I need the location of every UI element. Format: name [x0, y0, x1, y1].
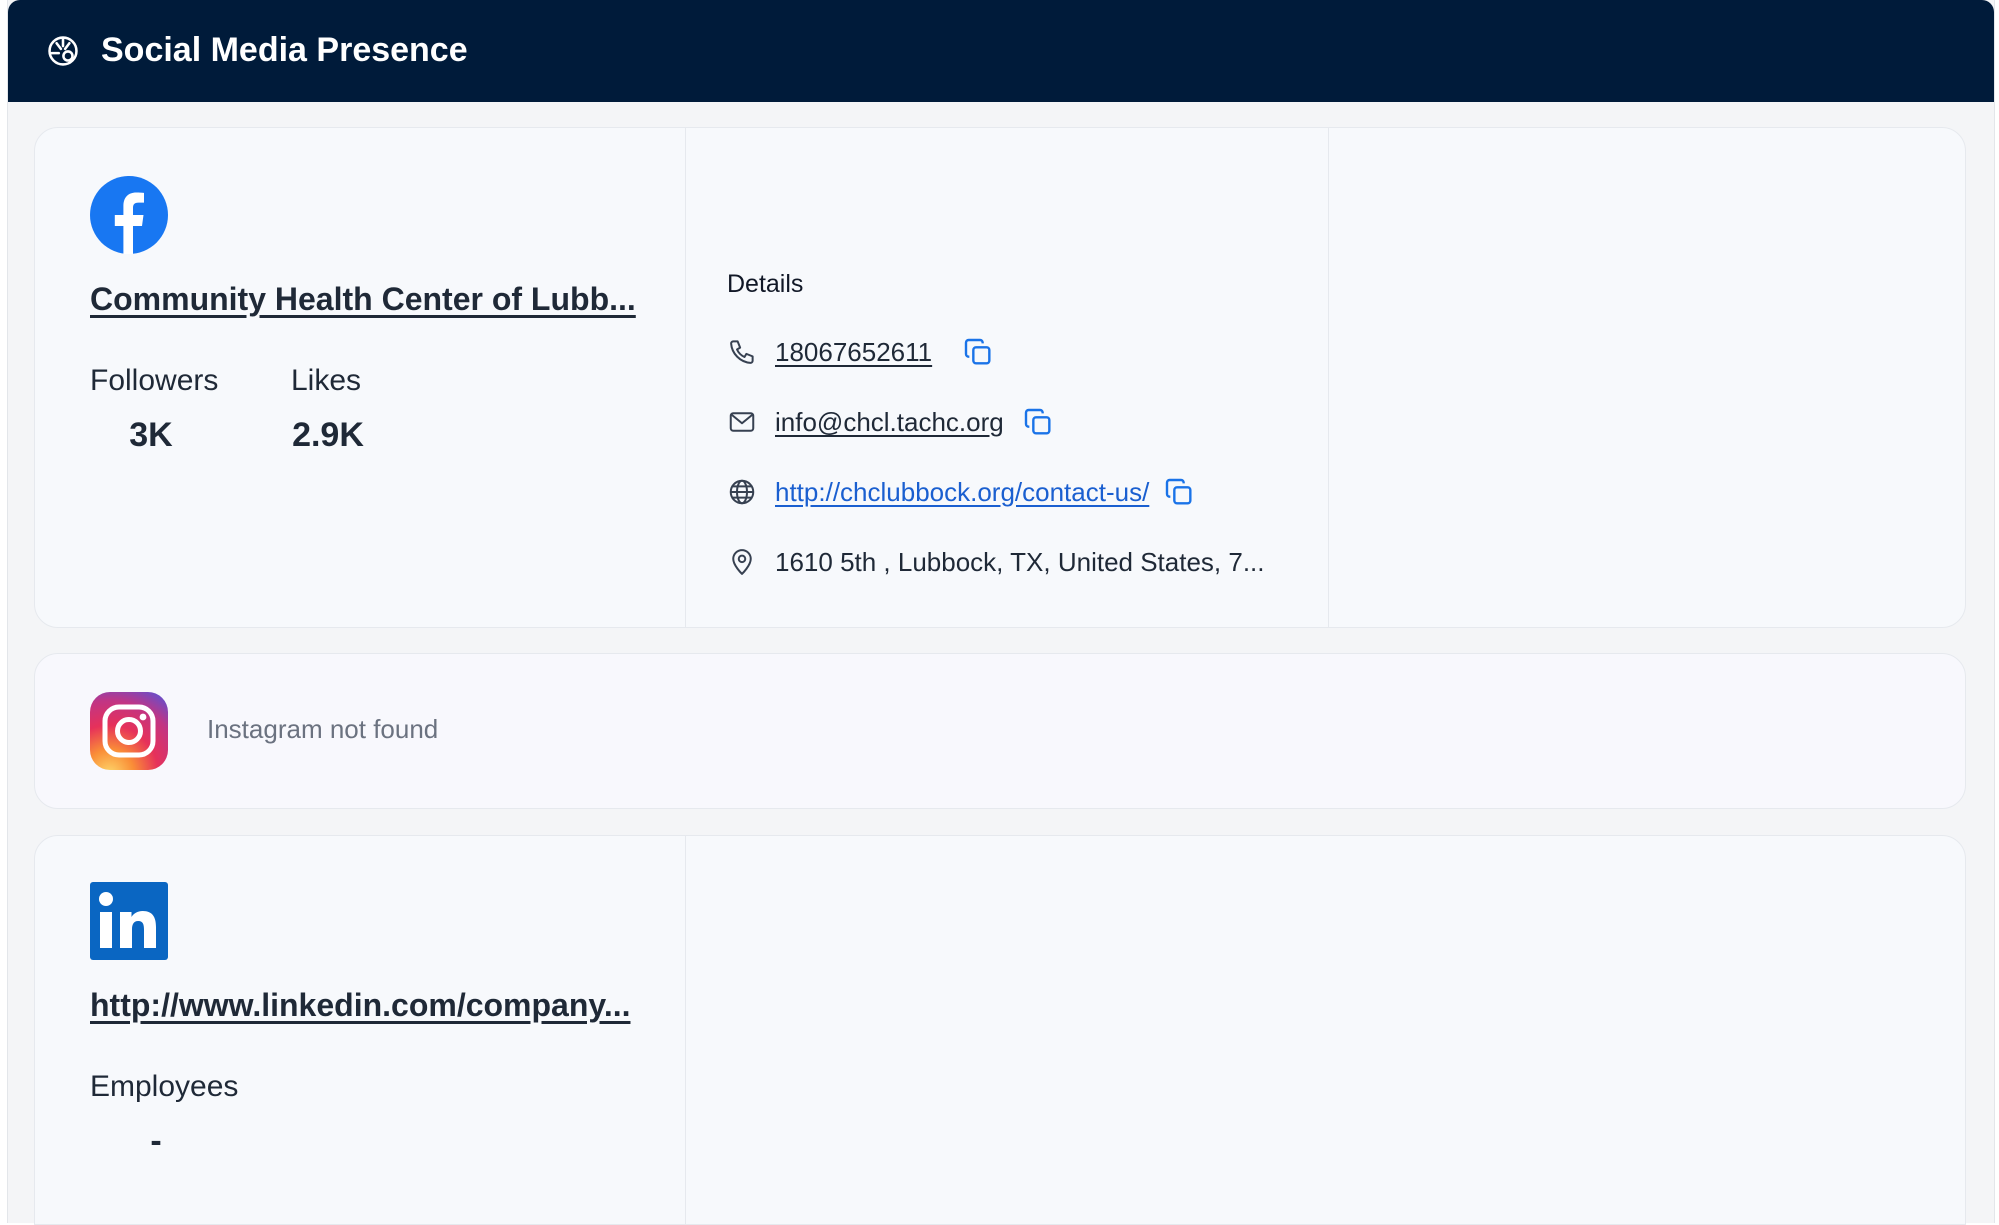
website-link[interactable]: http://chclubbock.org/contact-us/	[775, 477, 1149, 508]
email-row: info@chcl.tachc.org	[727, 402, 1054, 442]
panel-title: Social Media Presence	[101, 31, 468, 69]
copy-website-icon[interactable]	[1163, 476, 1195, 508]
palette-icon	[48, 36, 78, 66]
followers-value: 3K	[129, 416, 173, 454]
column-divider	[1328, 128, 1329, 627]
address-row: 1610 5th , Lubbock, TX, United States, 7…	[727, 542, 1265, 582]
facebook-icon	[90, 176, 168, 254]
facebook-profile-link[interactable]: Community Health Center of Lubb...	[90, 281, 636, 318]
employees-label: Employees	[90, 1070, 239, 1103]
instagram-card: Instagram not found	[34, 653, 1966, 809]
globe-icon	[729, 479, 755, 505]
employees-value: -	[150, 1122, 162, 1160]
location-pin-icon	[732, 549, 752, 575]
linkedin-icon	[90, 882, 168, 960]
likes-value: 2.9K	[292, 416, 364, 454]
followers-label: Followers	[90, 364, 219, 397]
copy-email-icon[interactable]	[1022, 406, 1054, 438]
phone-row: 18067652611	[727, 332, 994, 372]
facebook-card: Community Health Center of Lubb... Follo…	[34, 127, 1966, 628]
linkedin-profile-link[interactable]: http://www.linkedin.com/company...	[90, 987, 630, 1024]
column-divider	[685, 128, 686, 627]
likes-label: Likes	[291, 364, 362, 397]
instagram-icon	[90, 692, 168, 770]
copy-phone-icon[interactable]	[962, 336, 994, 368]
address-text: 1610 5th , Lubbock, TX, United States, 7…	[775, 546, 1265, 577]
social-media-panel: Social Media Presence Community Health C…	[7, 0, 1995, 1225]
phone-icon	[730, 340, 754, 364]
panel-header: Social Media Presence	[8, 0, 1994, 102]
column-divider	[685, 836, 686, 1224]
website-row: http://chclubbock.org/contact-us/	[727, 472, 1195, 512]
mail-icon	[729, 412, 755, 432]
details-title: Details	[727, 270, 804, 298]
email-link[interactable]: info@chcl.tachc.org	[775, 407, 1004, 438]
instagram-not-found-text: Instagram not found	[207, 714, 439, 744]
phone-link[interactable]: 18067652611	[775, 337, 932, 368]
linkedin-card: http://www.linkedin.com/company... Emplo…	[34, 835, 1966, 1225]
